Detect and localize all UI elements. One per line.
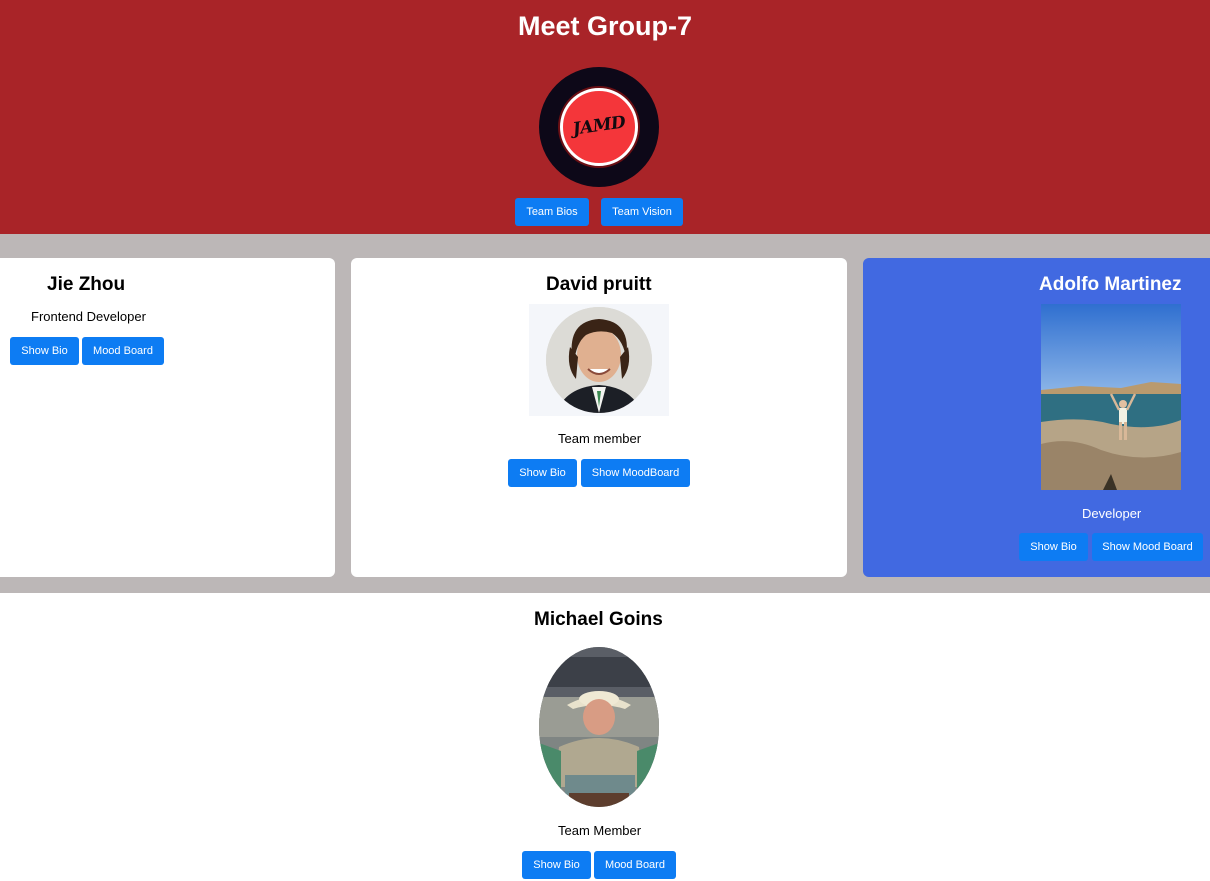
page-header: Meet Group-7 JAMD Team Bios Team Vision [0,0,1210,234]
team-logo-icon: JAMD [539,67,659,187]
mood-board-button[interactable]: Mood Board [594,851,676,879]
member-name: Adolfo Martinez [1039,274,1182,295]
member-name: Jie Zhou [47,274,126,295]
member-name: Michael Goins [534,609,663,630]
show-bio-button[interactable]: Show Bio [10,337,79,365]
member-photo [539,647,659,807]
member-photo [529,304,669,416]
show-bio-button[interactable]: Show Bio [1019,533,1088,561]
team-vision-button[interactable]: Team Vision [601,198,683,226]
member-role: Team Member [558,823,642,838]
member-role: Team member [558,431,642,446]
logo-badge: JAMD [560,88,638,166]
member-photo [1041,304,1181,490]
team-bios-button[interactable]: Team Bios [515,198,589,226]
logo-text: JAMD [571,112,627,140]
show-mood-board-button[interactable]: Show Mood Board [1092,533,1203,561]
member-card-jie-zhou [0,258,335,577]
member-role: Developer [1082,506,1142,521]
show-bio-button[interactable]: Show Bio [508,459,577,487]
show-moodboard-button[interactable]: Show MoodBoard [581,459,690,487]
member-name: David pruitt [546,274,652,295]
member-role: Frontend Developer [31,309,146,324]
mood-board-button[interactable]: Mood Board [82,337,164,365]
page-title: Meet Group-7 [517,11,692,41]
show-bio-button[interactable]: Show Bio [522,851,591,879]
